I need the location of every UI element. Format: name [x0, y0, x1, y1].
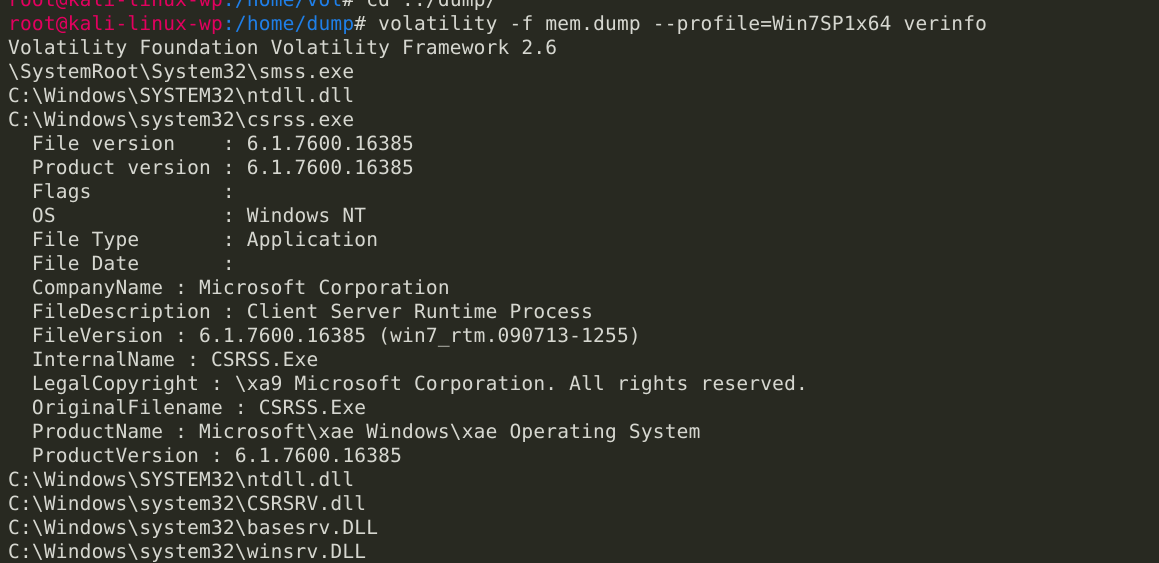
terminal-output-line-module: C:\Windows\system32\csrss.exe	[8, 108, 1159, 132]
terminal-output-line-field: InternalName : CSRSS.Exe	[8, 348, 1159, 372]
output-text-15: OriginalFilename : CSRSS.Exe	[8, 396, 367, 419]
output-text-7: OS : Windows NT	[8, 204, 367, 227]
terminal-prompt-line-current[interactable]: root@kali-linux-wp:/home/dump# volatilit…	[8, 12, 1159, 36]
terminal-output-line-field: File Date :	[8, 252, 1159, 276]
terminal-output-line-field: LegalCopyright : \xa9 Microsoft Corporat…	[8, 372, 1159, 396]
terminal-output-line-module: C:\Windows\system32\basesrv.DLL	[8, 516, 1159, 540]
terminal-output-line-field: OriginalFilename : CSRSS.Exe	[8, 396, 1159, 420]
output-text-8: File Type : Application	[8, 228, 379, 251]
output-text-12: FileVersion : 6.1.7600.16385 (win7_rtm.0…	[8, 324, 641, 347]
terminal-output-line-module: \SystemRoot\System32\smss.exe	[8, 60, 1159, 84]
output-text-16: ProductName : Microsoft\xae Windows\xae …	[8, 420, 701, 443]
terminal-output-line-module: C:\Windows\system32\winsrv.DLL	[8, 540, 1159, 563]
output-text-1: \SystemRoot\System32\smss.exe	[8, 60, 355, 83]
terminal-output-line-field: CompanyName : Microsoft Corporation	[8, 276, 1159, 300]
output-text-13: InternalName : CSRSS.Exe	[8, 348, 319, 371]
prompt-sigil: #	[342, 0, 354, 11]
prompt-separator: :	[222, 12, 235, 35]
command-text: cd ../dump/	[354, 0, 497, 11]
terminal-output-line-module: C:\Windows\SYSTEM32\ntdll.dll	[8, 468, 1159, 492]
prompt-separator: :	[223, 0, 235, 11]
terminal-screen[interactable]: root@kali-linux-wp:/home/vol# cd ../dump…	[0, 0, 1159, 563]
terminal-output-line-module: C:\Windows\SYSTEM32\ntdll.dll	[8, 84, 1159, 108]
output-text-3: C:\Windows\system32\csrss.exe	[8, 108, 355, 131]
prompt-path: /home/vol	[235, 0, 342, 11]
output-text-17: ProductVersion : 6.1.7600.16385	[8, 444, 403, 467]
output-text-9: File Date :	[8, 252, 247, 275]
terminal-output-line-field: File Type : Application	[8, 228, 1159, 252]
output-text-10: CompanyName : Microsoft Corporation	[8, 276, 450, 299]
output-text-6: Flags :	[8, 180, 247, 203]
terminal-output-line-field: Product version : 6.1.7600.16385	[8, 156, 1159, 180]
prompt-user-host: root@kali-linux-wp	[8, 0, 223, 11]
output-text-4: File version : 6.1.7600.16385	[8, 132, 414, 155]
terminal-output-line-field: ProductName : Microsoft\xae Windows\xae …	[8, 420, 1159, 444]
output-text-20: C:\Windows\system32\basesrv.DLL	[8, 516, 379, 539]
output-text-21: C:\Windows\system32\winsrv.DLL	[8, 540, 367, 563]
output-text-5: Product version : 6.1.7600.16385	[8, 156, 414, 179]
terminal-output-line-banner: Volatility Foundation Volatility Framewo…	[8, 36, 1159, 60]
terminal-output-line-field: File version : 6.1.7600.16385	[8, 132, 1159, 156]
prompt-path: /home/dump	[234, 12, 355, 35]
terminal-output-line-field: ProductVersion : 6.1.7600.16385	[8, 444, 1159, 468]
command-text: volatility -f mem.dump --profile=Win7SP1…	[366, 12, 988, 35]
output-text-18: C:\Windows\SYSTEM32\ntdll.dll	[8, 468, 355, 491]
terminal-window[interactable]: root@kali-linux-wp:/home/vol# cd ../dump…	[0, 0, 1159, 563]
output-text-19: C:\Windows\system32\CSRSRV.dll	[8, 492, 367, 515]
terminal-output-line-field: Flags :	[8, 180, 1159, 204]
output-text-11: FileDescription : Client Server Runtime …	[8, 300, 594, 323]
terminal-prompt-line-scrollback[interactable]: root@kali-linux-wp:/home/vol# cd ../dump…	[8, 0, 1159, 12]
prompt-user-host: root@kali-linux-wp	[8, 12, 223, 35]
terminal-output-line-module: C:\Windows\system32\CSRSRV.dll	[8, 492, 1159, 516]
prompt-sigil: #	[354, 12, 367, 35]
output-text-14: LegalCopyright : \xa9 Microsoft Corporat…	[8, 372, 808, 395]
output-text-0: Volatility Foundation Volatility Framewo…	[8, 36, 558, 59]
terminal-output-line-field: FileVersion : 6.1.7600.16385 (win7_rtm.0…	[8, 324, 1159, 348]
output-text-2: C:\Windows\SYSTEM32\ntdll.dll	[8, 84, 355, 107]
terminal-output-line-field: OS : Windows NT	[8, 204, 1159, 228]
terminal-output-line-field: FileDescription : Client Server Runtime …	[8, 300, 1159, 324]
